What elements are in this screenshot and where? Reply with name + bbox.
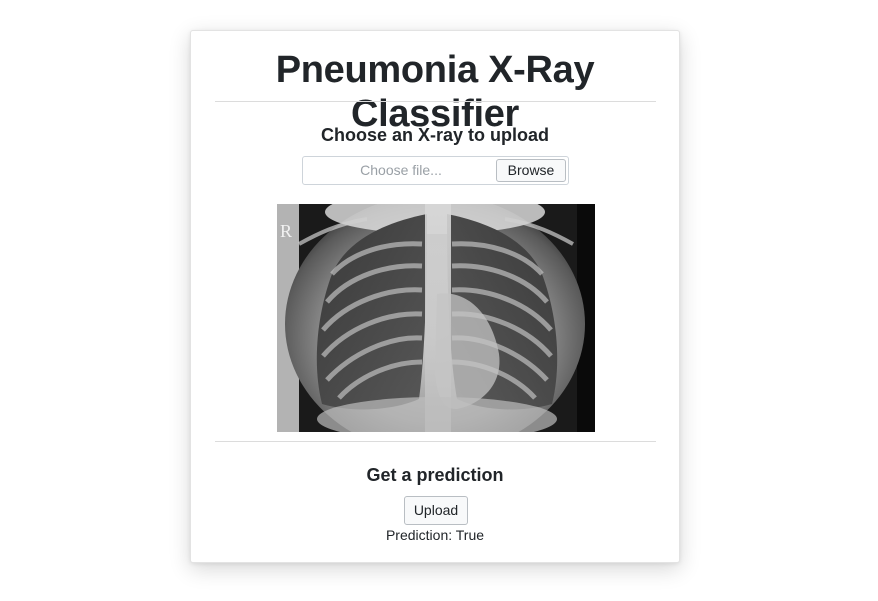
title-divider [215, 101, 656, 102]
file-input-placeholder[interactable]: Choose file... [303, 157, 499, 184]
classifier-card: Pneumonia X-Ray Classifier Choose an X-r… [190, 30, 680, 563]
prediction-result: Prediction: True [385, 527, 485, 543]
xray-side-marker: R [280, 221, 292, 241]
upload-button[interactable]: Upload [404, 496, 468, 525]
section-divider [215, 441, 656, 442]
browse-button[interactable]: Browse [496, 159, 566, 182]
page-title: Pneumonia X-Ray Classifier [275, 49, 595, 135]
xray-image-graphic: R [277, 204, 595, 432]
prediction-heading: Get a prediction [366, 465, 504, 485]
file-input[interactable]: Choose file... Browse [302, 156, 569, 185]
xray-preview-image: R [277, 204, 595, 432]
upload-heading: Choose an X-ray to upload [320, 125, 550, 145]
